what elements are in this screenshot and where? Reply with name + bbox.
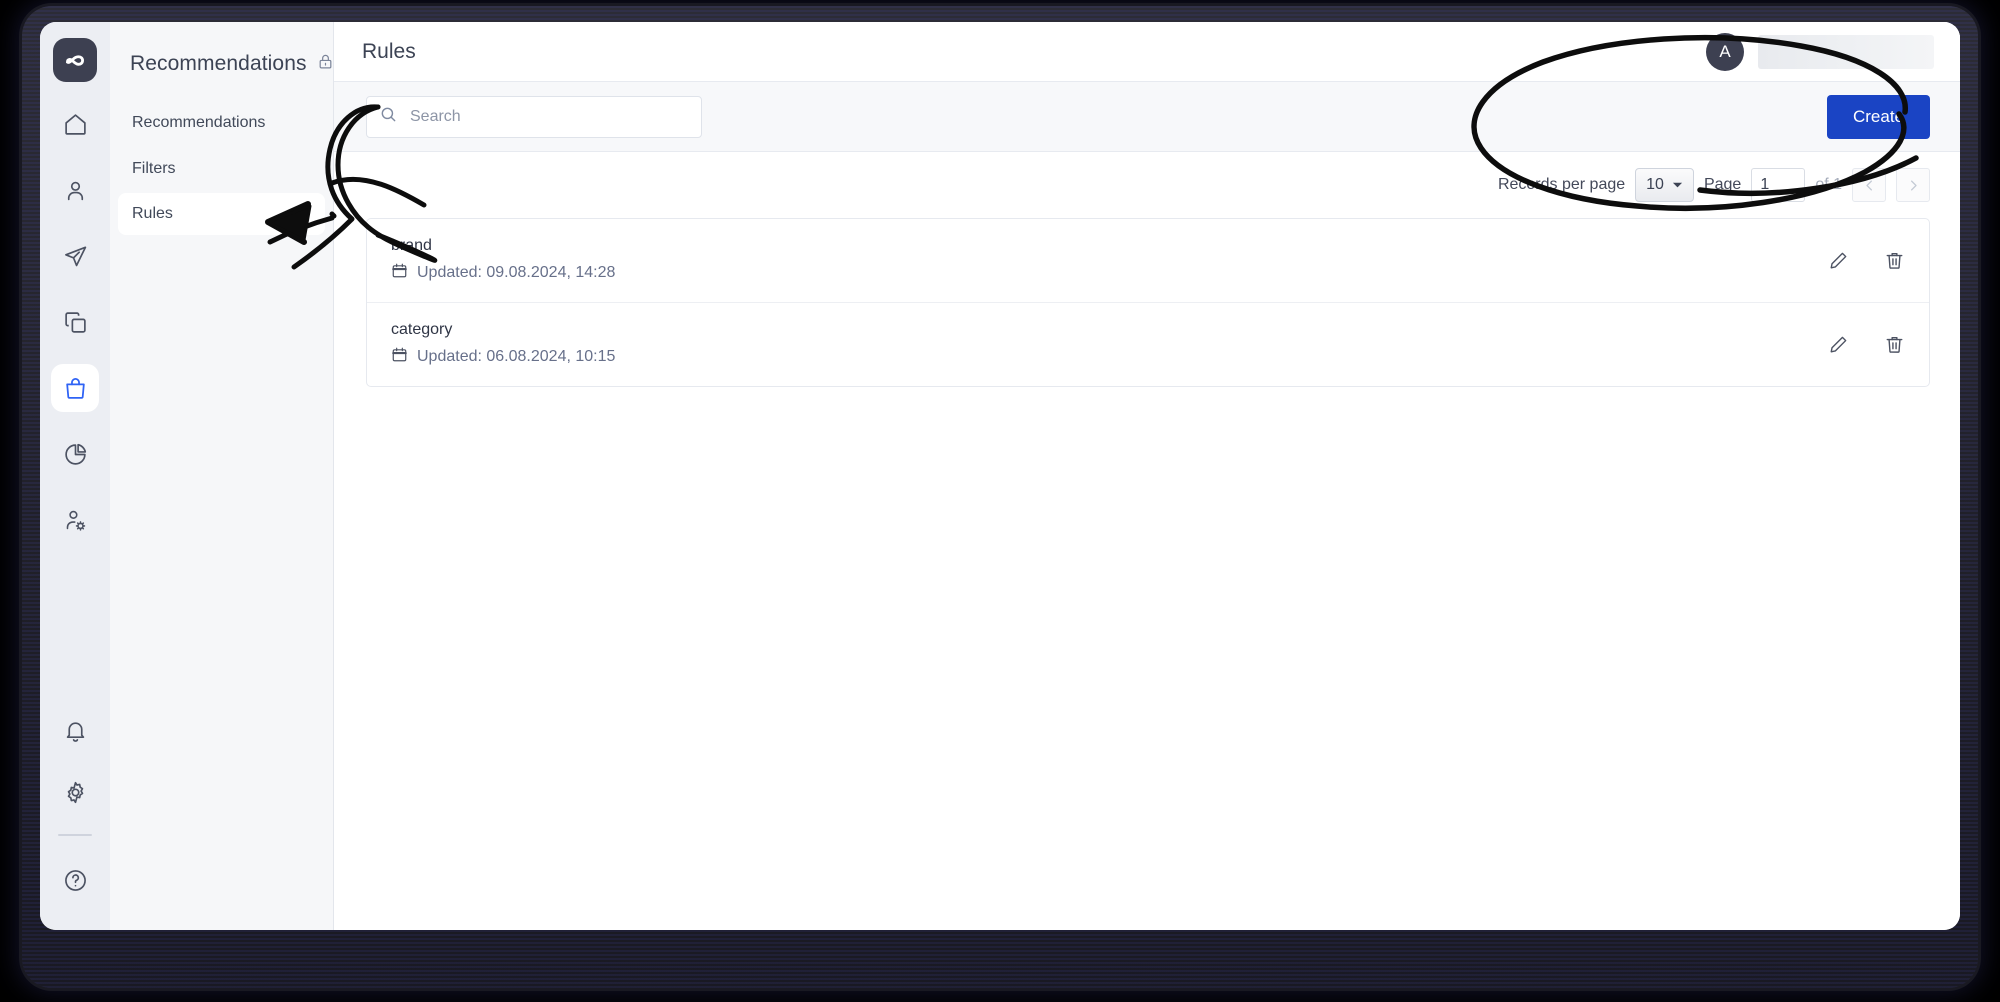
- rule-name: category: [391, 321, 615, 339]
- sidebar-title-label: Recommendations: [130, 52, 307, 76]
- home-icon[interactable]: [51, 100, 99, 148]
- topbar-right-group: A: [1706, 33, 1934, 71]
- sidebar-item-rules[interactable]: Rules: [118, 193, 325, 235]
- rule-row-text: brand Updated: 09.08.2024, 14:28: [391, 237, 615, 284]
- lock-icon: [317, 52, 334, 76]
- table-row[interactable]: brand Updated: 09.08.2024, 14:28: [367, 219, 1929, 302]
- page-title: Rules: [362, 40, 416, 64]
- rule-updated: Updated: 06.08.2024, 10:15: [391, 346, 615, 368]
- records-per-page-value: 10: [1646, 176, 1664, 194]
- trash-icon[interactable]: [1881, 332, 1907, 358]
- page-label: Page: [1704, 176, 1741, 194]
- rule-name: brand: [391, 237, 615, 255]
- rule-row-text: category Updated: 06.08.2024, 10:15: [391, 321, 615, 368]
- copy-icon[interactable]: [51, 298, 99, 346]
- chevron-left-icon[interactable]: [1852, 168, 1886, 202]
- sidebar-item-label: Recommendations: [132, 114, 265, 131]
- rail-bottom-group: [51, 692, 99, 930]
- sidebar-item-label: Filters: [132, 160, 176, 177]
- toolbar: Create: [334, 82, 1960, 152]
- pie-chart-icon[interactable]: [51, 430, 99, 478]
- shopping-bag-icon[interactable]: [51, 364, 99, 412]
- rule-updated-text: Updated: 09.08.2024, 14:28: [417, 264, 615, 282]
- total-pages-label: of 1: [1815, 176, 1842, 194]
- rail-divider: [58, 834, 92, 836]
- trash-icon[interactable]: [1881, 248, 1907, 274]
- rule-updated-text: Updated: 06.08.2024, 10:15: [417, 348, 615, 366]
- section-sidebar: Recommendations Recommendations Filters …: [110, 22, 334, 930]
- avatar[interactable]: A: [1706, 33, 1744, 71]
- table-row[interactable]: category Updated: 06.08.2024, 10:15: [367, 302, 1929, 386]
- sidebar-item-recommendations[interactable]: Recommendations: [118, 102, 325, 144]
- avatar-initial: A: [1719, 42, 1730, 62]
- records-per-page-label: Records per page: [1498, 176, 1625, 194]
- logo-icon[interactable]: [53, 38, 97, 82]
- row-actions: [1825, 248, 1907, 274]
- rule-updated: Updated: 09.08.2024, 14:28: [391, 262, 615, 284]
- app-window: Recommendations Recommendations Filters …: [40, 22, 1960, 930]
- search-input[interactable]: [410, 108, 689, 126]
- content-spacer: [334, 387, 1960, 930]
- user-settings-icon[interactable]: [51, 496, 99, 544]
- sidebar-item-label: Rules: [132, 205, 173, 222]
- records-per-page-select[interactable]: 10: [1635, 168, 1694, 202]
- top-bar: Rules A: [334, 22, 1960, 82]
- search-box[interactable]: [366, 96, 702, 138]
- calendar-icon: [391, 346, 408, 368]
- gear-icon[interactable]: [51, 768, 99, 816]
- pencil-icon[interactable]: [1825, 248, 1851, 274]
- create-button[interactable]: Create: [1827, 95, 1930, 139]
- chevron-down-icon: [1672, 176, 1683, 194]
- calendar-icon: [391, 262, 408, 284]
- send-icon[interactable]: [51, 232, 99, 280]
- primary-icon-rail: [40, 22, 110, 930]
- search-icon: [379, 105, 398, 129]
- user-icon[interactable]: [51, 166, 99, 214]
- row-actions: [1825, 332, 1907, 358]
- pencil-icon[interactable]: [1825, 332, 1851, 358]
- sidebar-item-filters[interactable]: Filters: [118, 148, 325, 190]
- help-circle-icon[interactable]: [51, 856, 99, 904]
- main-content: Rules A Create Records per: [334, 22, 1960, 930]
- page-number-input[interactable]: [1751, 168, 1805, 202]
- rules-list: brand Updated: 09.08.2024, 14:28: [366, 218, 1930, 387]
- account-name-redacted[interactable]: [1758, 35, 1934, 69]
- sidebar-title: Recommendations: [110, 28, 333, 102]
- chevron-right-icon[interactable]: [1896, 168, 1930, 202]
- pagination-bar: Records per page 10 Page of 1: [334, 152, 1960, 216]
- bell-icon[interactable]: [51, 706, 99, 754]
